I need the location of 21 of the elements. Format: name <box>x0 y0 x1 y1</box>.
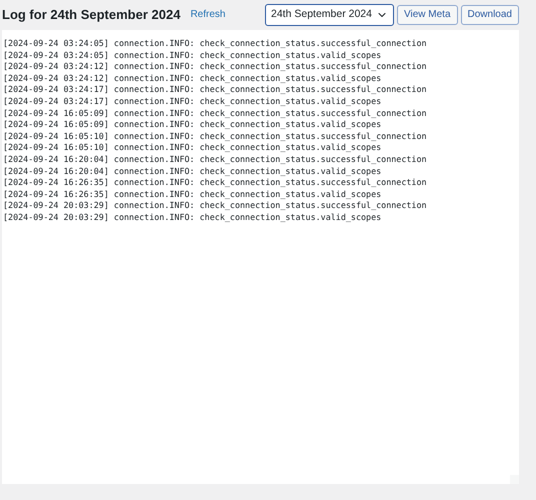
page-title: Log for 24th September 2024 <box>2 6 180 24</box>
log-line: [2024-09-24 16:20:04] connection.INFO: check_connection_status.valid_scopes <box>3 166 382 178</box>
log-line: [2024-09-24 03:24:12] connection.INFO: check_connection_status.successful_connection <box>3 61 428 73</box>
action-button[interactable]: View Meta <box>397 4 458 24</box>
log-line: [2024-09-24 20:03:29] connection.INFO: check_connection_status.valid_scopes <box>3 212 382 224</box>
log-line: [2024-09-24 20:03:29] connection.INFO: check_connection_status.successful_connection <box>3 200 428 212</box>
log-line: [2024-09-24 03:24:17] connection.INFO: check_connection_status.valid_scopes <box>3 96 382 108</box>
log-line: [2024-09-24 16:05:10] connection.INFO: check_connection_status.valid_scopes <box>3 142 382 154</box>
action-button[interactable]: Download <box>460 4 519 24</box>
log-line: [2024-09-24 16:26:35] connection.INFO: check_connection_status.successful_connection <box>3 177 428 189</box>
log-line: [2024-09-24 16:05:10] connection.INFO: check_connection_status.successful_connection <box>3 130 428 142</box>
log-line: [2024-09-24 03:24:17] connection.INFO: check_connection_status.successful_connection <box>3 84 428 96</box>
log-line: [2024-09-24 03:24:05] connection.INFO: check_connection_status.successful_connection <box>3 38 428 50</box>
log-line: [2024-09-24 16:26:35] connection.INFO: check_connection_status.valid_scopes <box>3 188 382 200</box>
log-line: [2024-09-24 16:05:09] connection.INFO: check_connection_status.valid_scopes <box>3 119 382 131</box>
refresh-link[interactable]: Refresh <box>190 7 226 22</box>
log-line: [2024-09-24 03:24:12] connection.INFO: check_connection_status.valid_scopes <box>3 72 382 84</box>
log-line: [2024-09-24 16:05:09] connection.INFO: check_connection_status.successful_connection <box>3 108 428 120</box>
log-line: [2024-09-24 03:24:05] connection.INFO: check_connection_status.valid_scopes <box>3 50 382 62</box>
date-select[interactable]: 24th September 2024 <box>265 4 394 26</box>
log-line: [2024-09-24 16:20:04] connection.INFO: check_connection_status.successful_connection <box>3 154 428 166</box>
